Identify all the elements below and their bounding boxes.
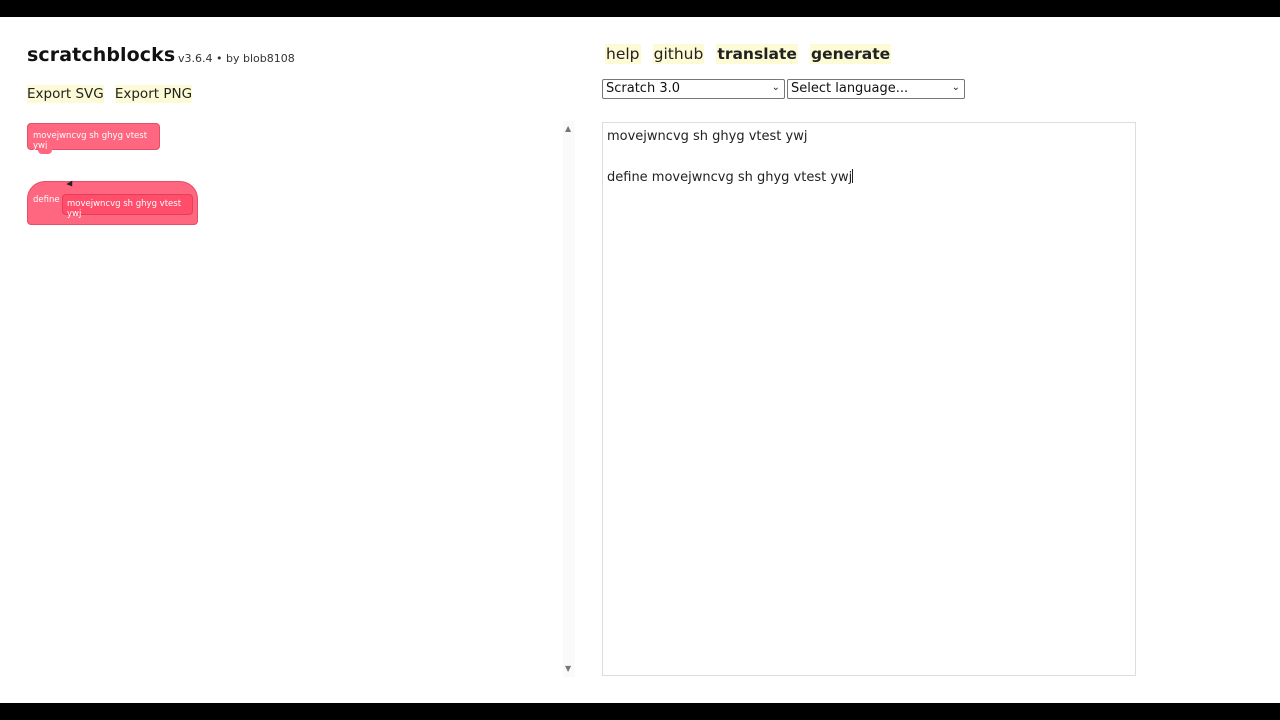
editor-line: movejwncvg sh ghyg vtest ywj	[607, 129, 808, 144]
define-keyword: define	[33, 195, 60, 205]
scroll-down-arrow-icon[interactable]: ▼	[565, 664, 571, 673]
language-select[interactable]: Select language... ⌄	[787, 79, 965, 99]
preview-scrollbar[interactable]	[563, 121, 575, 677]
code-editor[interactable]: movejwncvg sh ghyg vtest ywj define move…	[602, 122, 1136, 676]
generate-link[interactable]: generate	[809, 44, 892, 64]
custom-block-call[interactable]: movejwncvg sh ghyg vtest ywj	[27, 123, 160, 154]
top-nav: help github translate generate	[605, 44, 898, 64]
block-notch	[38, 149, 52, 154]
export-png-link[interactable]: Export PNG	[114, 85, 193, 103]
author-link[interactable]: blob8108	[243, 52, 295, 65]
version-text: v3.6.4 • by	[178, 52, 243, 65]
github-link[interactable]: github	[652, 44, 705, 64]
editor-line-text: define movejwncvg sh ghyg vtest ywj	[607, 170, 853, 185]
editor-line: define movejwncvg sh ghyg vtest ywj	[607, 169, 1131, 189]
text-caret	[852, 169, 854, 183]
scratch-version-select[interactable]: Scratch 3.0 ⌄	[602, 79, 785, 99]
page: scratchblocks v3.6.4 • by blob8108 Expor…	[0, 17, 1280, 703]
scratch-version-value: Scratch 3.0	[606, 81, 681, 96]
define-prototype-block: movejwncvg sh ghyg vtest ywj	[62, 194, 193, 219]
export-svg-link[interactable]: Export SVG	[27, 85, 104, 103]
export-links: Export SVG Export PNG	[27, 83, 198, 103]
help-link[interactable]: help	[605, 44, 641, 64]
chevron-down-icon: ⌄	[771, 82, 780, 93]
translate-link[interactable]: translate	[716, 44, 798, 64]
version-info: v3.6.4 • by blob8108	[178, 52, 295, 65]
language-value: Select language...	[791, 81, 909, 96]
app-title: scratchblocks	[27, 44, 176, 66]
chevron-down-icon: ⌄	[951, 82, 960, 93]
block-call-label: movejwncvg sh ghyg vtest ywj	[33, 131, 148, 151]
scroll-up-arrow-icon[interactable]: ▲	[565, 124, 571, 133]
define-prototype-label: movejwncvg sh ghyg vtest ywj	[67, 199, 182, 219]
define-hat-block[interactable]: define movejwncvg sh ghyg vtest ywj	[27, 181, 198, 225]
